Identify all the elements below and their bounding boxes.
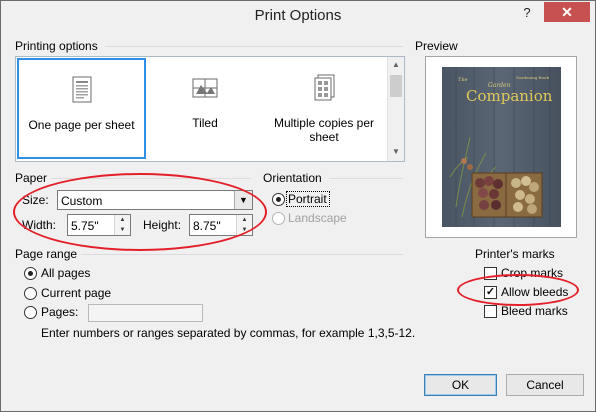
size-label: Size: (22, 193, 49, 207)
tile-label: Multiple copies per sheet (273, 116, 375, 144)
tiled-page-icon (192, 78, 218, 98)
tile-label: One page per sheet (28, 118, 135, 132)
paper-label: Paper (15, 171, 48, 185)
chevron-down-icon[interactable]: ▼ (234, 191, 252, 209)
spin-down-icon[interactable]: ▼ (115, 225, 130, 235)
paper-size-value: Custom (61, 194, 103, 208)
height-field[interactable]: 8.75" ▲ ▼ (189, 214, 253, 236)
preview-label: Preview (415, 39, 458, 53)
book-cover-preview: The Gardening Book Garden Companion (442, 67, 561, 227)
pages-input[interactable] (88, 304, 203, 322)
portrait-radio[interactable] (272, 193, 285, 206)
height-label: Height: (143, 218, 182, 232)
current-page-radio[interactable] (24, 287, 37, 300)
width-field[interactable]: 5.75" ▲ ▼ (67, 214, 131, 236)
tile-tiled[interactable]: Tiled (150, 58, 260, 159)
all-pages-label[interactable]: All pages (41, 266, 90, 280)
title-bar: Print Options ? ✕ (1, 1, 595, 31)
spin-up-icon[interactable]: ▲ (115, 215, 130, 225)
printing-options-gallery: One page per sheet Tiled Multiple copies… (15, 56, 405, 162)
width-label: Width: (22, 218, 57, 232)
pages-label[interactable]: Pages: (41, 305, 78, 319)
tile-multiple-copies[interactable]: Multiple copies per sheet (266, 58, 382, 159)
scroll-thumb[interactable] (390, 75, 402, 97)
current-page-label[interactable]: Current page (41, 286, 111, 300)
cover-small-left: The (458, 77, 468, 83)
paper-size-select[interactable]: Custom ▼ (57, 190, 253, 210)
cover-small-right: Gardening Book (516, 75, 549, 80)
tile-label: Tiled (192, 116, 218, 130)
paper-divider (51, 178, 251, 179)
crop-marks-label[interactable]: Crop marks (501, 266, 563, 280)
annotation-ellipse-paper (13, 173, 267, 251)
dialog-title: Print Options (254, 7, 342, 24)
bleed-marks-checkbox[interactable] (484, 305, 497, 318)
height-spinner[interactable]: ▲ ▼ (236, 215, 252, 235)
landscape-radio[interactable] (272, 212, 285, 225)
print-preview: The Gardening Book Garden Companion (425, 56, 577, 238)
printing-options-divider (105, 46, 403, 47)
height-value: 8.75" (193, 219, 221, 233)
portrait-label[interactable]: Portrait (288, 192, 327, 206)
scroll-down-icon[interactable]: ▼ (388, 147, 404, 156)
bleed-marks-label[interactable]: Bleed marks (501, 304, 568, 318)
cancel-button[interactable]: Cancel (506, 374, 584, 396)
width-spinner[interactable]: ▲ ▼ (114, 215, 130, 235)
multiple-copies-icon (314, 74, 335, 101)
scroll-up-icon[interactable]: ▲ (388, 60, 404, 69)
spin-down-icon[interactable]: ▼ (237, 225, 252, 235)
single-page-icon (72, 76, 91, 103)
printers-marks-label: Printer's marks (475, 247, 555, 261)
page-range-divider (81, 254, 403, 255)
pages-radio[interactable] (24, 306, 37, 319)
landscape-label[interactable]: Landscape (288, 211, 347, 225)
allow-bleeds-checkbox[interactable]: ✓ (484, 286, 497, 299)
allow-bleeds-label[interactable]: Allow bleeds (501, 285, 568, 299)
help-button[interactable]: ? (515, 3, 539, 23)
orientation-label: Orientation (263, 171, 322, 185)
ok-button[interactable]: OK (424, 374, 497, 396)
width-value: 5.75" (71, 219, 99, 233)
spin-up-icon[interactable]: ▲ (237, 215, 252, 225)
all-pages-radio[interactable] (24, 267, 37, 280)
orientation-divider (329, 178, 403, 179)
cover-title: Companion (466, 87, 553, 105)
printing-options-label: Printing options (15, 39, 98, 53)
print-options-dialog: Print Options ? ✕ Printing options One p… (0, 0, 596, 412)
crop-marks-checkbox[interactable] (484, 267, 497, 280)
page-range-label: Page range (15, 247, 78, 261)
close-button[interactable]: ✕ (544, 2, 590, 22)
gallery-scrollbar[interactable]: ▲ ▼ (387, 57, 404, 161)
tile-one-page-per-sheet[interactable]: One page per sheet (17, 58, 146, 159)
page-range-hint: Enter numbers or ranges separated by com… (41, 326, 416, 340)
